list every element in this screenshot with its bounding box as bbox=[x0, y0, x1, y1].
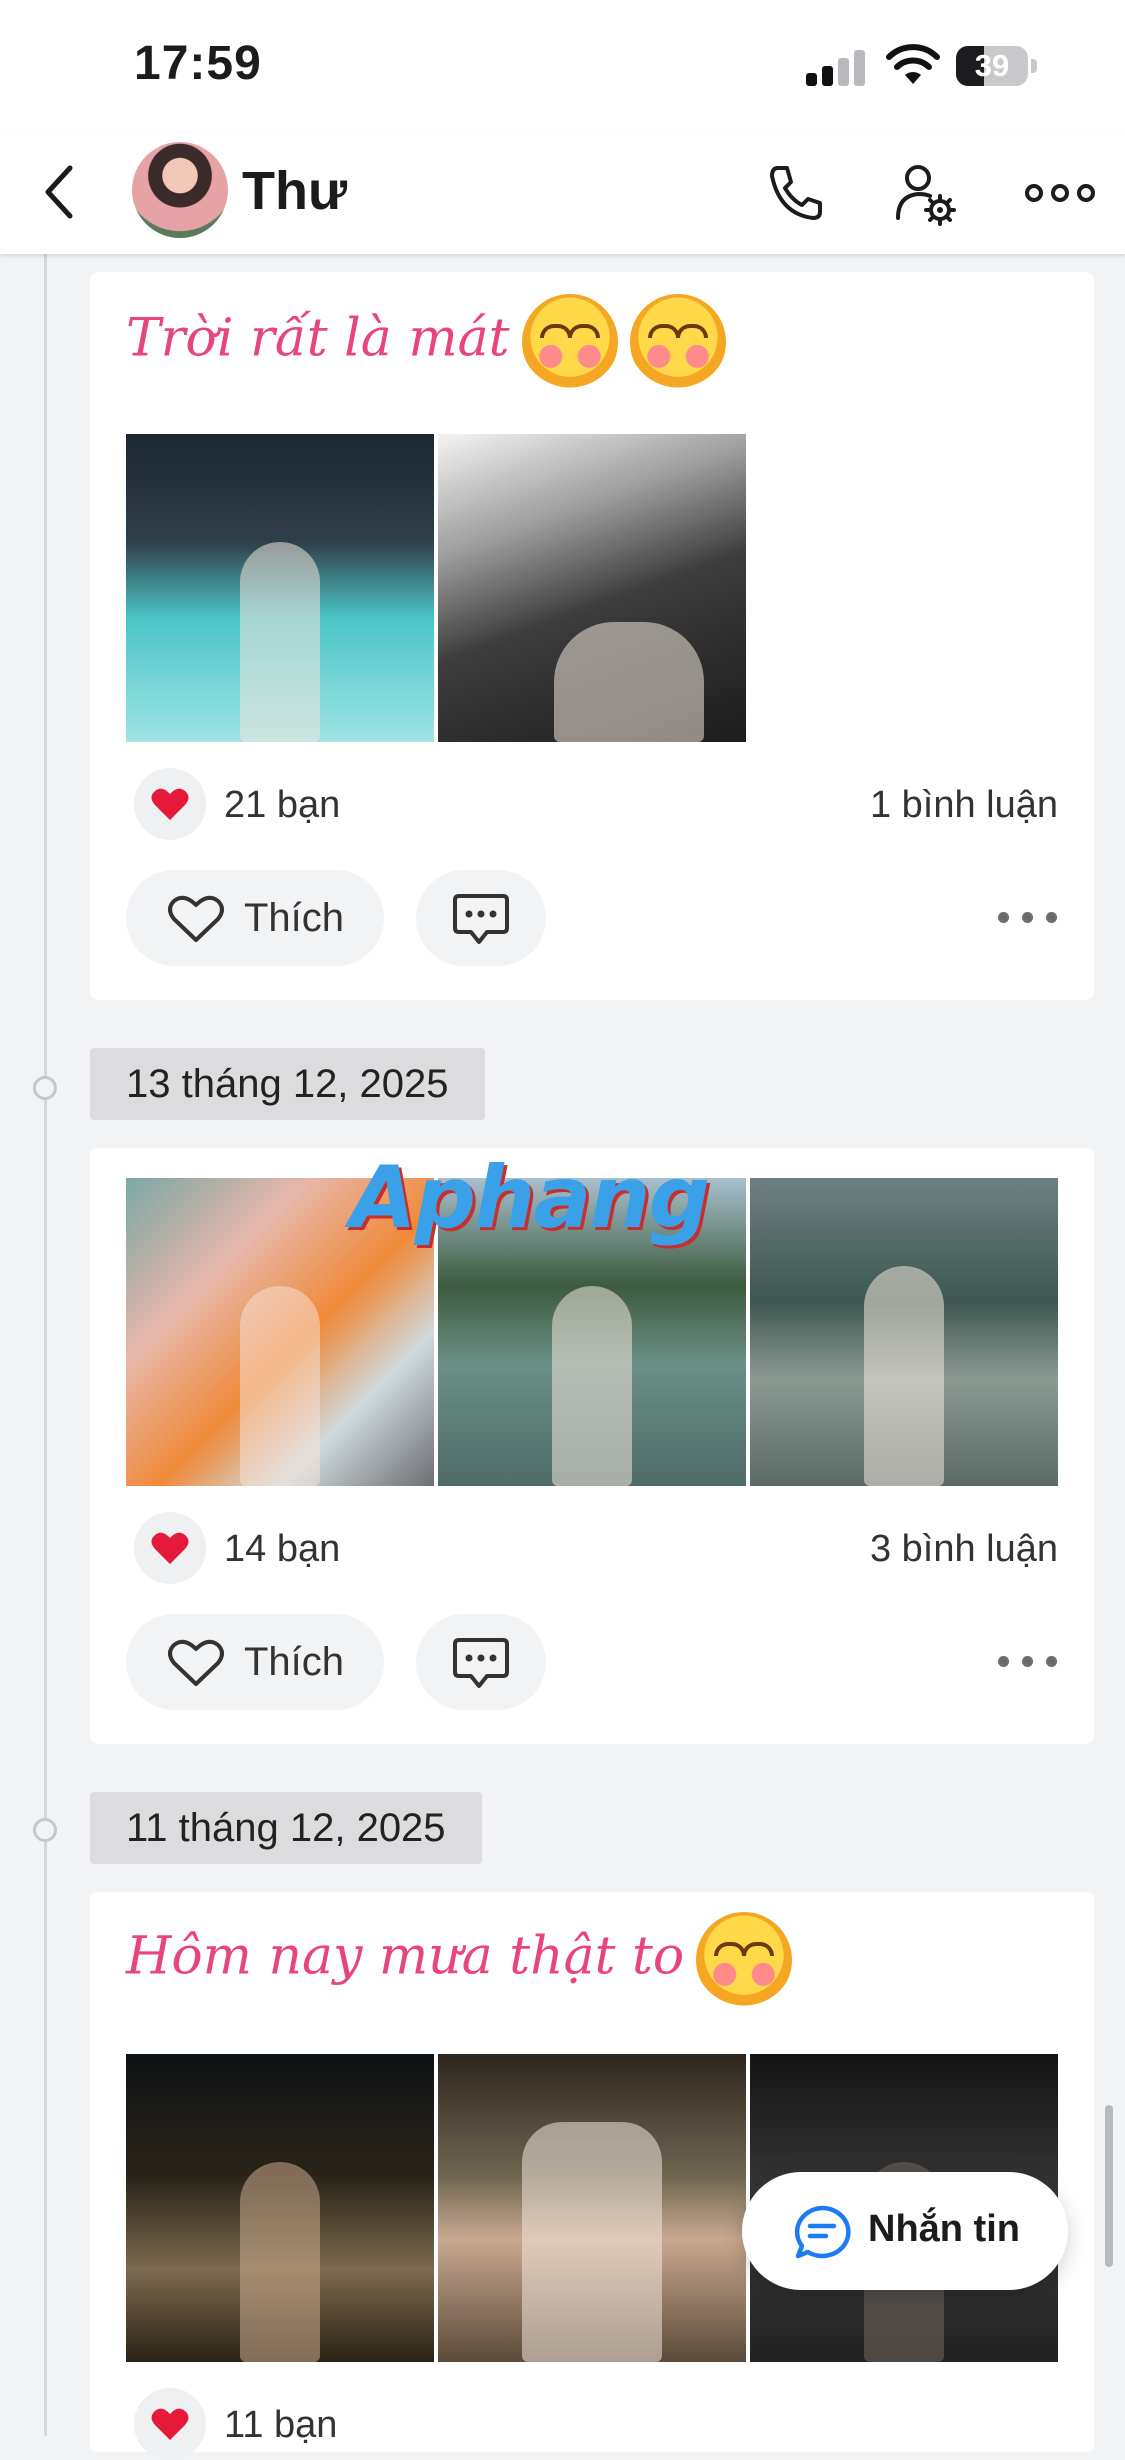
post-caption: Hôm nay mưa thật to bbox=[126, 1912, 793, 2008]
timeline-line bbox=[44, 254, 47, 2436]
status-bar: 17:59 39 bbox=[0, 0, 1125, 130]
comment-bubble-icon bbox=[453, 894, 509, 944]
post-more-icon[interactable] bbox=[998, 900, 1058, 936]
post-card: Trời rất là mát 21 bạn 1 bình luận Thích bbox=[90, 272, 1094, 1000]
like-button[interactable]: Thích bbox=[126, 870, 384, 966]
message-button-label: Nhắn tin bbox=[868, 2208, 1020, 2250]
heart-reaction-icon[interactable] bbox=[134, 1512, 206, 1584]
comment-count[interactable]: 3 bình luận bbox=[870, 1528, 1058, 1571]
comment-bubble-icon bbox=[453, 1638, 509, 1688]
post-photo[interactable] bbox=[438, 434, 746, 742]
action-bar: Thích bbox=[126, 870, 1058, 966]
blushing-emoji-icon bbox=[696, 1912, 793, 2008]
chat-header: Thư bbox=[0, 130, 1125, 254]
date-chip: 11 tháng 12, 2025 bbox=[90, 1792, 482, 1864]
reaction-bar: 14 bạn 3 bình luận bbox=[126, 1512, 1058, 1584]
post-caption: Trời rất là mát bbox=[126, 294, 726, 390]
post-more-icon[interactable] bbox=[998, 1644, 1058, 1680]
watermark-text: Aphang bbox=[350, 1148, 710, 1248]
phone-icon[interactable] bbox=[760, 158, 830, 228]
reaction-count[interactable]: 14 bạn bbox=[224, 1528, 340, 1571]
profile-settings-icon[interactable] bbox=[890, 158, 960, 228]
photo-grid bbox=[126, 434, 746, 742]
blushing-emoji-icon bbox=[629, 294, 726, 390]
avatar[interactable] bbox=[132, 142, 228, 238]
chat-bubble-icon bbox=[794, 2205, 851, 2259]
action-bar: Thích bbox=[126, 1614, 1058, 1710]
message-button[interactable]: Nhắn tin bbox=[742, 2172, 1068, 2290]
more-icon[interactable] bbox=[1020, 158, 1100, 228]
reaction-count[interactable]: 21 bạn bbox=[224, 784, 340, 827]
contact-name[interactable]: Thư bbox=[242, 160, 347, 222]
reaction-bar: 11 bạn bbox=[126, 2388, 1058, 2460]
comment-button[interactable] bbox=[416, 1614, 546, 1710]
status-time: 17:59 bbox=[134, 37, 262, 90]
post-photo[interactable] bbox=[438, 2054, 746, 2362]
heart-reaction-icon[interactable] bbox=[134, 768, 206, 840]
cellular-signal-icon bbox=[806, 48, 866, 86]
scrollbar[interactable] bbox=[1105, 2105, 1113, 2267]
reaction-count[interactable]: 11 bạn bbox=[224, 2404, 337, 2447]
timeline-dot bbox=[33, 1818, 57, 1842]
back-chevron-icon[interactable] bbox=[36, 160, 86, 224]
post-photo[interactable] bbox=[126, 434, 434, 742]
like-label: Thích bbox=[244, 896, 345, 940]
heart-reaction-icon[interactable] bbox=[134, 2388, 206, 2460]
reaction-bar: 21 bạn 1 bình luận bbox=[126, 768, 1058, 840]
like-label: Thích bbox=[244, 1640, 345, 1684]
post-photo[interactable] bbox=[126, 2054, 434, 2362]
timeline-dot bbox=[33, 1076, 57, 1100]
comment-count[interactable]: 1 bình luận bbox=[870, 784, 1058, 827]
heart-outline-icon bbox=[168, 1639, 224, 1686]
blushing-emoji-icon bbox=[521, 294, 618, 390]
date-chip: 13 tháng 12, 2025 bbox=[90, 1048, 485, 1120]
post-photo[interactable] bbox=[750, 1178, 1058, 1486]
comment-button[interactable] bbox=[416, 870, 546, 966]
battery-percent: 39 bbox=[974, 48, 1010, 83]
like-button[interactable]: Thích bbox=[126, 1614, 384, 1710]
wifi-icon bbox=[886, 44, 940, 86]
heart-outline-icon bbox=[168, 895, 224, 942]
post-card: Aphang 14 bạn 3 bình luận Thích bbox=[90, 1148, 1094, 1744]
battery-icon: 39 bbox=[956, 46, 1038, 86]
